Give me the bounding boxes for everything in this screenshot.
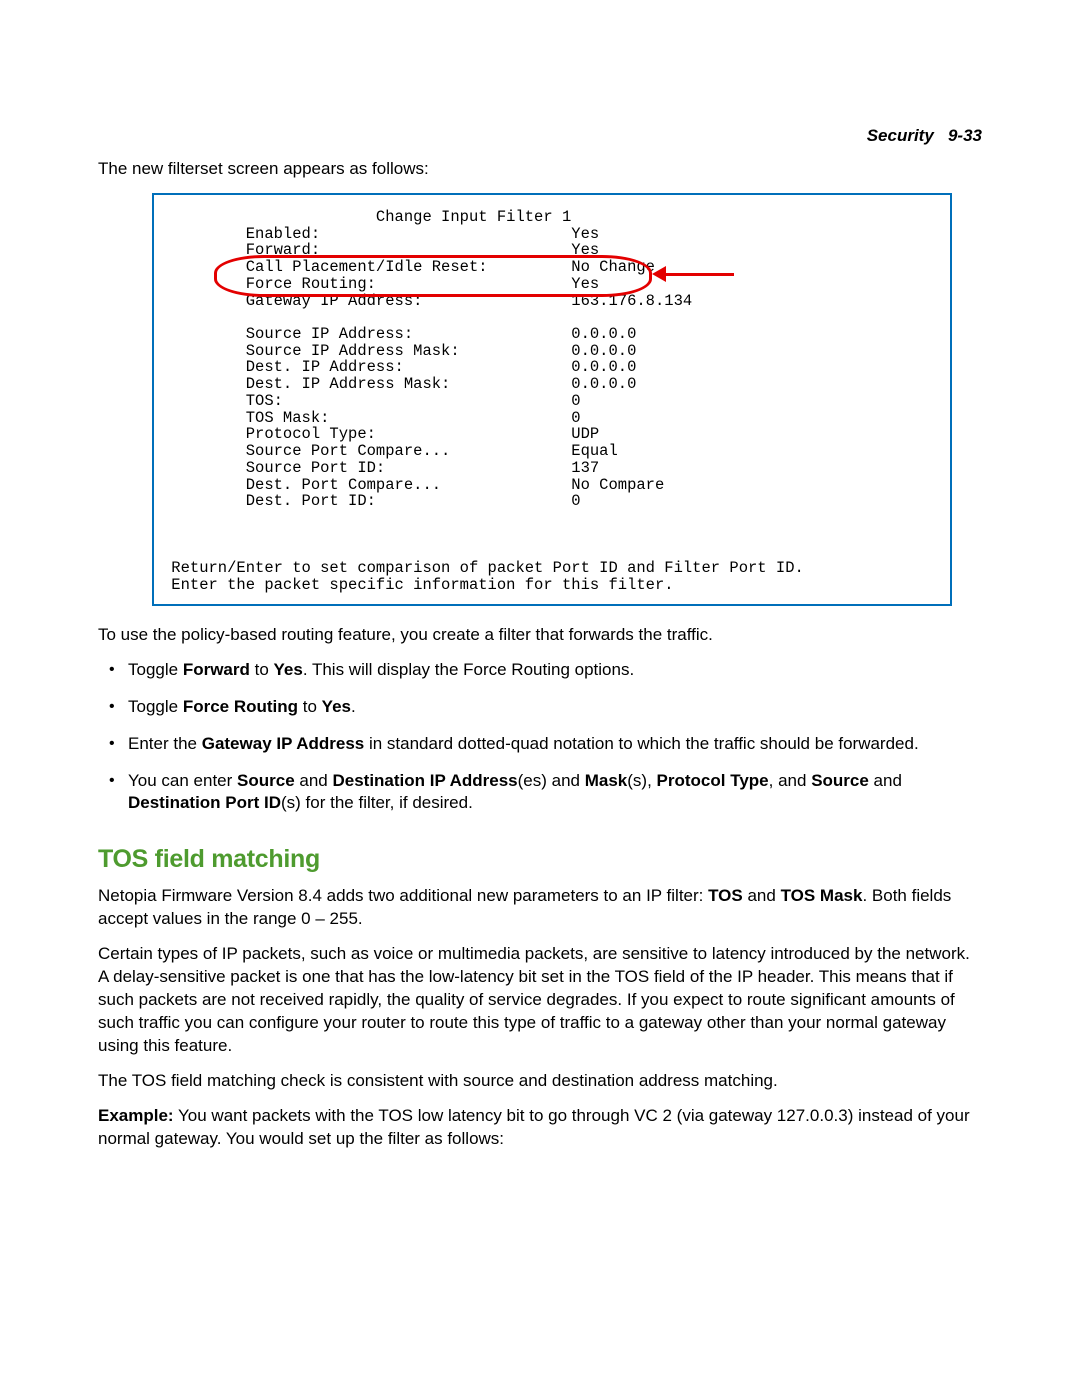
bold: Mask: [585, 771, 628, 790]
list-item: Enter the Gateway IP Address in standard…: [98, 733, 982, 756]
bold: TOS Mask: [781, 886, 863, 905]
txt: Netopia Firmware Version 8.4 adds two ad…: [98, 886, 708, 905]
txt: and: [295, 771, 333, 790]
txt: to: [298, 697, 322, 716]
terminal-screenshot: Change Input Filter 1 Enabled: Yes Forwa…: [152, 193, 952, 606]
running-header: Security 9-33: [98, 125, 982, 148]
bold: Force Routing: [183, 697, 298, 716]
bullet-list: Toggle Forward to Yes. This will display…: [98, 659, 982, 816]
section-heading: TOS field matching: [98, 843, 982, 877]
intro-paragraph: The new filterset screen appears as foll…: [98, 158, 982, 181]
callout-arrow-icon: [664, 273, 734, 276]
policy-paragraph: To use the policy-based routing feature,…: [98, 624, 982, 647]
txt: and: [869, 771, 902, 790]
txt: (es) and: [518, 771, 585, 790]
txt: to: [250, 660, 274, 679]
paragraph-consistency: The TOS field matching check is consiste…: [98, 1070, 982, 1093]
bold: Source: [237, 771, 295, 790]
example-label: Example:: [98, 1106, 174, 1125]
txt: Toggle: [128, 660, 183, 679]
txt: Enter the: [128, 734, 202, 753]
page-number: 9-33: [948, 126, 982, 145]
txt: (s) for the filter, if desired.: [281, 793, 473, 812]
txt: You can enter: [128, 771, 237, 790]
bold: Source: [811, 771, 869, 790]
chapter-name: Security: [867, 126, 934, 145]
list-item: You can enter Source and Destination IP …: [98, 770, 982, 816]
txt: (s),: [627, 771, 656, 790]
paragraph-example: Example: You want packets with the TOS l…: [98, 1105, 982, 1151]
terminal-text: Change Input Filter 1 Enabled: Yes Forwa…: [162, 209, 942, 594]
bold: Yes: [322, 697, 351, 716]
txt: in standard dotted-quad notation to whic…: [364, 734, 918, 753]
bold: Gateway IP Address: [202, 734, 365, 753]
paragraph-tos-intro: Netopia Firmware Version 8.4 adds two ad…: [98, 885, 982, 931]
bold: Protocol Type: [657, 771, 769, 790]
list-item: Toggle Forward to Yes. This will display…: [98, 659, 982, 682]
bold: Forward: [183, 660, 250, 679]
txt: .: [351, 697, 356, 716]
txt: . This will display the Force Routing op…: [303, 660, 634, 679]
bold: Yes: [274, 660, 303, 679]
txt: You want packets with the TOS low latenc…: [98, 1106, 970, 1148]
txt: , and: [769, 771, 812, 790]
paragraph-latency: Certain types of IP packets, such as voi…: [98, 943, 982, 1058]
list-item: Toggle Force Routing to Yes.: [98, 696, 982, 719]
bold: Destination IP Address: [332, 771, 517, 790]
bold: Destination Port ID: [128, 793, 281, 812]
bold: TOS: [708, 886, 743, 905]
txt: and: [743, 886, 781, 905]
txt: Toggle: [128, 697, 183, 716]
